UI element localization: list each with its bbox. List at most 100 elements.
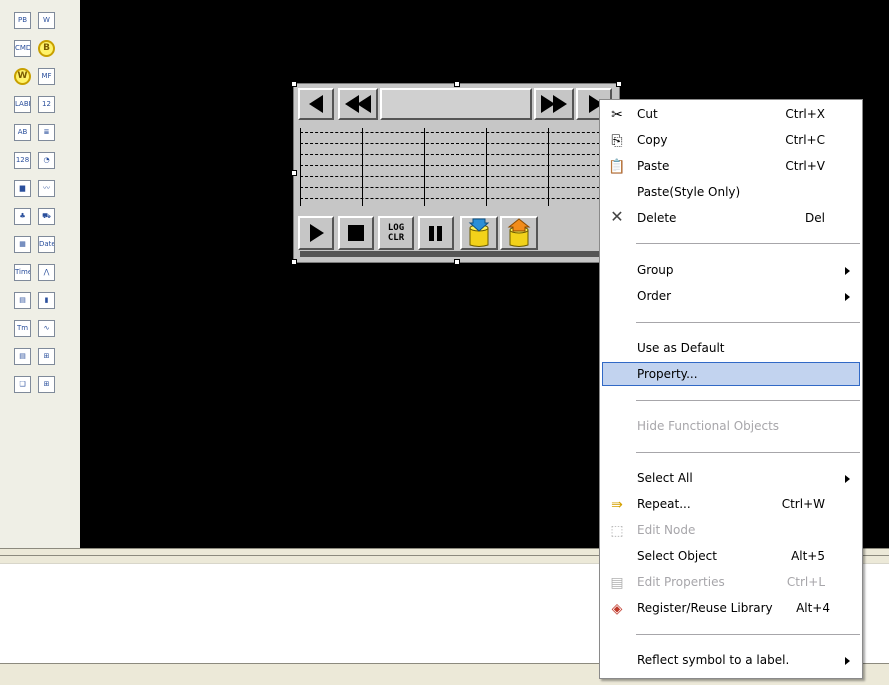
menu-item-property-label: Property... [637, 367, 698, 381]
submenu-arrow-icon [845, 475, 850, 483]
menu-item-paste-style-label: Paste(Style Only) [637, 185, 741, 199]
grid-line [300, 165, 610, 166]
menu-item-register-reuse-library[interactable]: ◈ Register/Reuse Library Alt+4 [602, 596, 860, 620]
grid-line [300, 128, 301, 206]
menu-item-order[interactable]: Order [602, 284, 860, 308]
menu-item-select-object[interactable]: Select Object Alt+5 [602, 544, 860, 568]
menu-item-edit-properties[interactable]: ▤ Edit Properties Ctrl+L [602, 570, 860, 594]
arrow-left-icon [309, 95, 323, 113]
date-tool-icon[interactable]: Date [38, 236, 55, 253]
download-icon [468, 218, 490, 247]
play-button[interactable] [298, 216, 334, 250]
delete-x-icon: ✕ [610, 209, 624, 226]
mf-tool-icon[interactable]: MF [38, 68, 55, 85]
resize-handle-top[interactable] [454, 81, 460, 87]
fast-forward-button[interactable] [534, 88, 574, 120]
menu-item-hide-functional-objects[interactable]: Hide Functional Objects [602, 414, 860, 438]
calendar-tool-icon[interactable]: ▦ [14, 236, 31, 253]
fast-rewind-button[interactable] [338, 88, 378, 120]
menu-item-property[interactable]: Property... [602, 362, 860, 386]
table-tool-icon[interactable]: ▤ [14, 292, 31, 309]
b-lamp-icon[interactable]: B [38, 40, 55, 57]
scroll-track[interactable] [380, 88, 532, 120]
grid-line [300, 198, 610, 199]
menu-item-select-all-label: Select All [637, 471, 693, 485]
menu-item-use-as-default[interactable]: Use as Default [602, 336, 860, 360]
scissors-icon: ✂ [611, 106, 623, 122]
label-tool-icon[interactable]: LABEL [14, 96, 31, 113]
menu-item-select-object-shortcut: Alt+5 [791, 549, 825, 563]
menu-item-order-label: Order [637, 289, 672, 303]
menu-item-delete[interactable]: ✕ Delete Del [602, 206, 860, 230]
submenu-arrow-icon [845, 267, 850, 275]
pb-tool-icon[interactable]: PB [14, 12, 31, 29]
menu-item-register-library-shortcut: Alt+4 [796, 601, 830, 615]
window-tool-icon[interactable]: ❑ [14, 376, 31, 393]
slider-tool-icon[interactable]: ▮ [38, 292, 55, 309]
menu-item-edit-node-label: Edit Node [637, 523, 696, 537]
context-menu: ✂ Cut Ctrl+X ⎘ Copy Ctrl+C 📋 Paste Ctrl+… [599, 99, 863, 679]
grid-line [362, 128, 363, 206]
recipe-tool-icon[interactable]: ⊞ [38, 348, 55, 365]
picture-tool-icon[interactable]: ♣ [14, 208, 31, 225]
document-tool-icon[interactable]: ▤ [14, 348, 31, 365]
menu-item-paste[interactable]: 📋 Paste Ctrl+V [602, 154, 860, 178]
grid-line [486, 128, 487, 206]
digit-tool-icon[interactable]: 128 [14, 152, 31, 169]
menu-item-cut-label: Cut [637, 107, 658, 121]
upload-icon [507, 218, 531, 247]
menu-item-edit-properties-label: Edit Properties [637, 575, 725, 589]
cmd-tool-icon[interactable]: CMD [14, 40, 31, 57]
w-tool-icon[interactable]: W [38, 12, 55, 29]
menu-item-repeat-label: Repeat... [637, 497, 691, 511]
menu-separator [636, 322, 860, 323]
download-button[interactable] [460, 216, 498, 250]
grid-tool-icon[interactable]: ⊞ [38, 376, 55, 393]
trend-grid [300, 128, 610, 206]
upload-button[interactable] [500, 216, 538, 250]
pause-button[interactable] [418, 216, 454, 250]
ascii-tool-icon[interactable]: AB [14, 124, 31, 141]
resize-handle-left[interactable] [291, 170, 297, 176]
menu-item-copy[interactable]: ⎘ Copy Ctrl+C [602, 128, 860, 152]
resize-handle-top-right[interactable] [616, 81, 622, 87]
menu-item-delete-shortcut: Del [805, 211, 825, 225]
grid-line [300, 176, 610, 177]
time-tool-icon[interactable]: Time [14, 264, 31, 281]
menu-item-reflect-symbol-label: Reflect symbol to a label. [637, 653, 790, 667]
menu-item-cut[interactable]: ✂ Cut Ctrl+X [602, 102, 860, 126]
edit-node-icon: ⬚ [610, 522, 624, 538]
line-chart-tool-icon[interactable]: ⋀ [38, 264, 55, 281]
menu-item-edit-node[interactable]: ⬚ Edit Node [602, 518, 860, 542]
resize-handle-top-left[interactable] [291, 81, 297, 87]
menu-item-repeat[interactable]: ⇛ Repeat... Ctrl+W [602, 492, 860, 516]
numeric-tool-icon[interactable]: 12 [38, 96, 55, 113]
resize-handle-bottom[interactable] [454, 259, 460, 265]
parts-tool-icon[interactable]: ⛟ [38, 208, 55, 225]
scroll-left-button[interactable] [298, 88, 334, 120]
menu-item-paste-style-only[interactable]: Paste(Style Only) [602, 180, 860, 204]
resize-handle-bottom-left[interactable] [291, 259, 297, 265]
grid-line [300, 132, 610, 133]
menu-item-group-label: Group [637, 263, 674, 277]
list-tool-icon[interactable]: ≣ [38, 124, 55, 141]
log-clear-button[interactable]: LOG CLR [378, 216, 414, 250]
stop-icon [348, 225, 364, 241]
text-input-tool-icon[interactable]: Tm [14, 320, 31, 337]
menu-item-group[interactable]: Group [602, 258, 860, 282]
menu-item-paste-label: Paste [637, 159, 670, 173]
menu-item-select-all[interactable]: Select All [602, 466, 860, 490]
library-icon: ◈ [611, 600, 623, 616]
grid-line [548, 128, 549, 206]
bar-graph-icon[interactable]: ▆ [14, 180, 31, 197]
menu-item-paste-shortcut: Ctrl+V [785, 159, 825, 173]
trend-graph-icon[interactable]: 〰 [38, 180, 55, 197]
stop-button[interactable] [338, 216, 374, 250]
meter-tool-icon[interactable]: ◔ [38, 152, 55, 169]
w-lamp-icon[interactable]: W [14, 68, 31, 85]
repeat-icon: ⇛ [611, 496, 623, 512]
menu-item-copy-label: Copy [637, 133, 668, 147]
trend-graph-widget[interactable]: LOG CLR [291, 81, 622, 265]
waveform-tool-icon[interactable]: ∿ [38, 320, 55, 337]
menu-item-reflect-symbol[interactable]: Reflect symbol to a label. [602, 648, 860, 672]
